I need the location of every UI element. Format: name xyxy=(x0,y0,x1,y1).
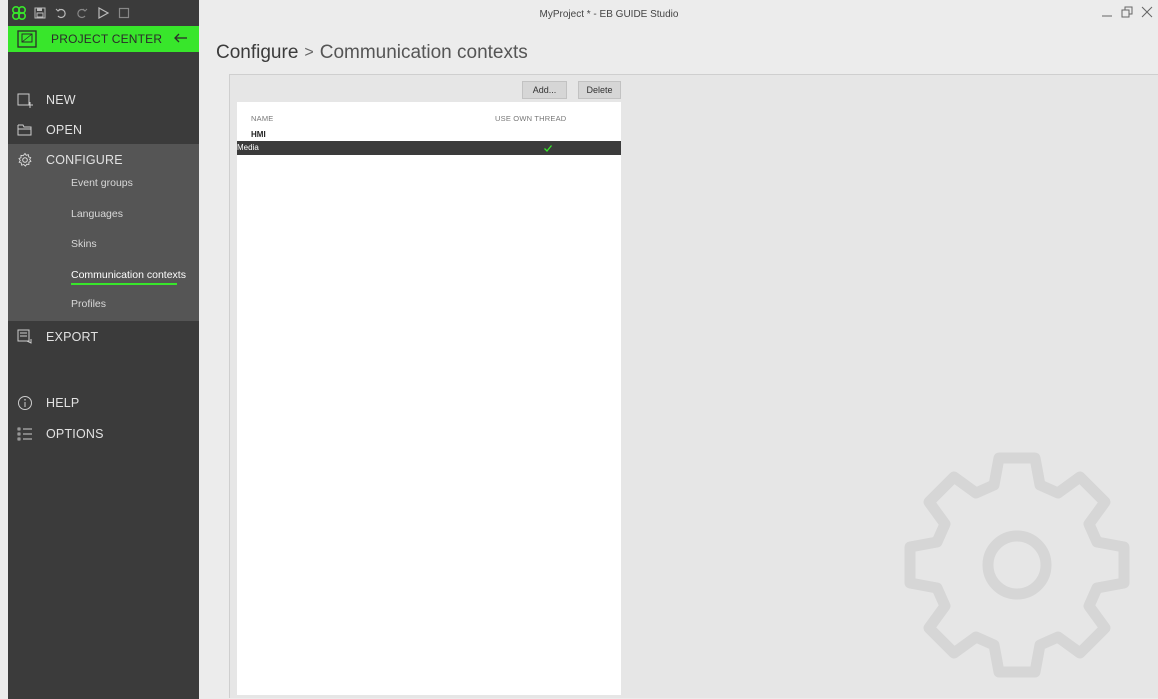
minimize-button[interactable] xyxy=(1098,3,1116,21)
sidebar-item-label: EXPORT xyxy=(46,330,99,344)
breadcrumb-root[interactable]: Configure xyxy=(216,42,298,64)
sidebar-item-configure[interactable]: CONFIGURE xyxy=(8,145,199,175)
redo-button[interactable] xyxy=(73,4,91,22)
project-center-icon xyxy=(17,30,37,48)
sidebar-item-options[interactable]: OPTIONS xyxy=(8,419,199,449)
undo-button[interactable] xyxy=(52,4,70,22)
sidebar-item-label: OPEN xyxy=(46,123,83,137)
redo-icon xyxy=(77,8,88,19)
quick-access-toolbar xyxy=(8,0,199,26)
restore-button[interactable] xyxy=(1118,3,1136,21)
gear-icon xyxy=(18,152,32,167)
play-button[interactable] xyxy=(94,4,112,22)
restore-icon xyxy=(1121,6,1133,18)
folder-icon xyxy=(17,124,32,136)
gear-watermark-icon xyxy=(904,452,1130,678)
sidebar: PROJECT CENTER NEW OPEN CONFIGURE Event … xyxy=(8,0,199,699)
breadcrumb-current: Communication contexts xyxy=(319,42,528,63)
sidebar-item-help[interactable]: HELP xyxy=(8,388,199,418)
column-header-use-own-thread[interactable]: USE OWN THREAD xyxy=(495,114,566,123)
sidebar-item-label: OPTIONS xyxy=(46,427,104,441)
project-center-label: PROJECT CENTER xyxy=(51,32,163,46)
sidebar-item-label: NEW xyxy=(46,93,76,107)
sidebar-subitem-event-groups[interactable]: Event groups xyxy=(71,177,133,189)
sidebar-item-open[interactable]: OPEN xyxy=(8,115,199,145)
options-list-icon xyxy=(17,427,32,441)
window-controls xyxy=(1098,3,1156,21)
sidebar-subitem-profiles[interactable]: Profiles xyxy=(71,298,106,310)
undo-icon xyxy=(55,8,66,19)
save-icon xyxy=(34,7,46,19)
project-center-header[interactable]: PROJECT CENTER xyxy=(8,26,199,52)
communication-contexts-table: NAME USE OWN THREAD HMI Media xyxy=(237,102,621,695)
sidebar-item-export[interactable]: EXPORT xyxy=(8,322,199,352)
group-header: HMI xyxy=(251,130,266,139)
play-icon xyxy=(98,7,109,19)
back-arrow-icon[interactable] xyxy=(173,30,189,46)
sidebar-item-label: CONFIGURE xyxy=(46,153,123,167)
breadcrumb: Configure > Communication contexts xyxy=(216,42,528,64)
active-item-underline xyxy=(71,283,177,285)
new-project-icon xyxy=(17,93,33,108)
sidebar-subitem-communication-contexts[interactable]: Communication contexts xyxy=(71,269,186,281)
sidebar-item-label: HELP xyxy=(46,396,80,410)
add-button[interactable]: Add... xyxy=(522,81,567,99)
breadcrumb-separator: > xyxy=(304,44,314,61)
eb-logo-icon xyxy=(10,4,28,22)
close-button[interactable] xyxy=(1138,3,1156,21)
sidebar-item-new[interactable]: NEW xyxy=(8,85,199,115)
sidebar-subitem-skins[interactable]: Skins xyxy=(71,238,97,250)
delete-button[interactable]: Delete xyxy=(578,81,621,99)
stop-icon xyxy=(118,7,130,19)
info-icon xyxy=(18,396,32,410)
export-icon xyxy=(17,329,32,344)
save-button[interactable] xyxy=(31,4,49,22)
stop-button[interactable] xyxy=(115,4,133,22)
minimize-icon xyxy=(1102,15,1112,17)
column-header-name[interactable]: NAME xyxy=(251,114,273,123)
close-icon xyxy=(1141,6,1153,18)
checkmark-icon[interactable] xyxy=(543,143,553,153)
context-name-cell[interactable]: Media xyxy=(237,143,259,152)
table-row[interactable]: Media xyxy=(237,141,621,155)
sidebar-subitem-languages[interactable]: Languages xyxy=(71,208,123,220)
